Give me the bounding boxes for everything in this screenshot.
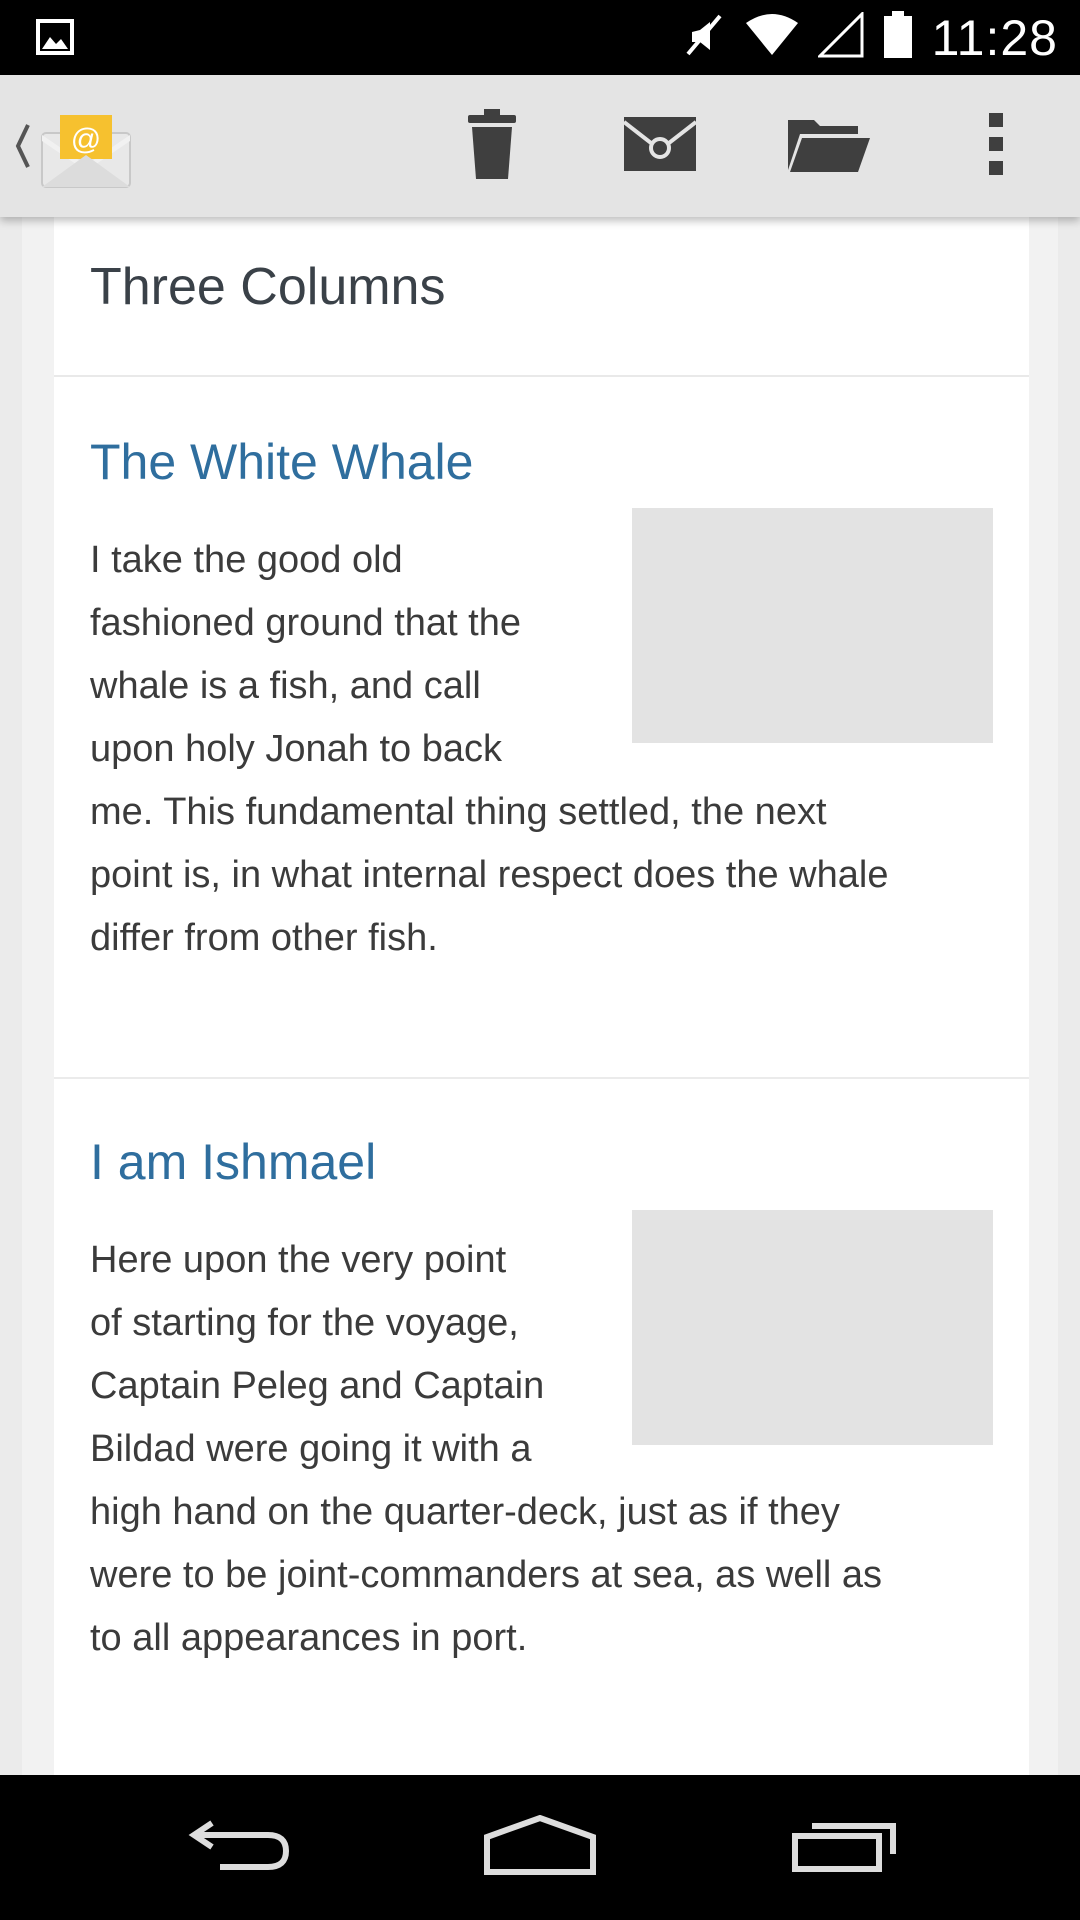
mute-icon [682, 12, 726, 63]
status-bar: 11:28 [0, 0, 1080, 75]
text-line: Here upon the very point [90, 1239, 507, 1281]
text-line: point is, in what internal respect does … [90, 854, 889, 896]
battery-icon [882, 11, 914, 64]
article-body: I take the good old fashioned ground tha… [90, 529, 888, 970]
mark-unread-icon [622, 116, 698, 177]
signal-icon [815, 10, 864, 63]
text-line: I take the good old [90, 539, 403, 581]
message-header: Three Columns [54, 217, 1029, 377]
article-section-1: The White Whale I take the good old fash… [54, 377, 1029, 1079]
header-title: Three Columns [90, 258, 446, 316]
text-line: Captain Peleg and Captain [90, 1365, 545, 1407]
move-to-folder-button[interactable] [768, 75, 888, 217]
navigation-bar [0, 1775, 1080, 1920]
trash-icon [466, 107, 518, 186]
delete-button[interactable] [432, 75, 552, 217]
left-margin-strip [0, 217, 22, 1775]
text-line: high hand on the quarter-deck, just as i… [90, 1491, 840, 1533]
home-button[interactable] [460, 1775, 620, 1920]
text-line: of starting for the voyage, [90, 1302, 519, 1344]
article-title: I am Ishmael [90, 1134, 377, 1190]
recents-button[interactable] [764, 1775, 924, 1920]
wifi-icon [744, 13, 800, 62]
image-notification-icon [36, 19, 74, 60]
text-line: upon holy Jonah to back [90, 728, 502, 770]
back-icon [188, 1817, 292, 1878]
article-section-2: I am Ishmael Here upon the very point of… [54, 1079, 1029, 1775]
recents-icon [792, 1818, 896, 1877]
text-line: to all appearances in port. [90, 1617, 528, 1659]
home-icon [484, 1814, 596, 1880]
message-card: Three Columns The White Whale I take the… [54, 217, 1029, 1775]
message-content[interactable]: Three Columns The White Whale I take the… [0, 217, 1080, 1775]
article-title: The White Whale [90, 434, 474, 490]
svg-text:@: @ [71, 123, 101, 156]
text-line: differ from other fish. [90, 917, 438, 959]
up-navigation-icon[interactable] [12, 121, 32, 176]
right-margin-strip [1058, 217, 1080, 1775]
overflow-menu-icon [988, 112, 1004, 180]
back-button[interactable] [160, 1775, 320, 1920]
overflow-menu-button[interactable] [936, 75, 1056, 217]
clock-time: 11:28 [931, 9, 1058, 66]
mark-unread-button[interactable] [600, 75, 720, 217]
email-app-icon[interactable]: @ [40, 111, 132, 196]
folder-icon [786, 116, 870, 177]
article-body: Here upon the very point of starting for… [90, 1229, 882, 1670]
text-line: me. This fundamental thing settled, the … [90, 791, 827, 833]
text-line: fashioned ground that the [90, 602, 522, 644]
text-line: were to be joint-commanders at sea, as w… [90, 1554, 883, 1596]
text-line: whale is a fish, and call [90, 665, 481, 707]
text-line: Bildad were going it with a [90, 1428, 532, 1470]
action-bar: @ [0, 75, 1080, 217]
